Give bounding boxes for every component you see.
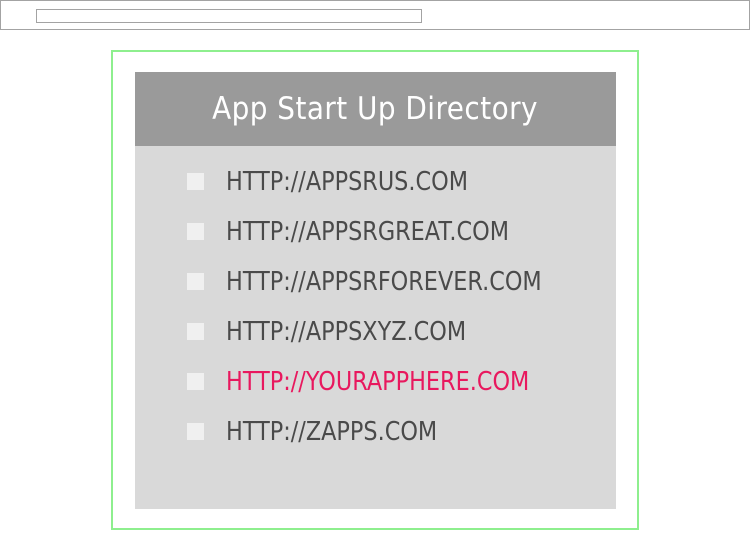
directory-header: App Start Up Directory bbox=[135, 72, 616, 146]
list-item: HTTP://ZAPPS.COM bbox=[135, 417, 616, 482]
directory-link[interactable]: HTTP://APPSRUS.COM bbox=[226, 163, 468, 201]
square-bullet-icon bbox=[187, 423, 204, 440]
content-frame: App Start Up Directory HTTP://APPSRUS.CO… bbox=[111, 50, 639, 530]
square-bullet-icon bbox=[187, 173, 204, 190]
square-bullet-icon bbox=[187, 223, 204, 240]
directory-link[interactable]: HTTP://ZAPPS.COM bbox=[226, 413, 437, 451]
square-bullet-icon bbox=[187, 373, 204, 390]
square-bullet-icon bbox=[187, 273, 204, 290]
browser-toolbar bbox=[0, 0, 750, 30]
directory-link[interactable]: HTTP://APPSRFOREVER.COM bbox=[226, 263, 542, 301]
directory-title: App Start Up Directory bbox=[212, 91, 539, 127]
directory-link-highlighted[interactable]: HTTP://YOURAPPHERE.COM bbox=[226, 363, 529, 401]
directory-panel: App Start Up Directory HTTP://APPSRUS.CO… bbox=[135, 72, 616, 509]
address-bar-input[interactable] bbox=[36, 9, 422, 23]
page: App Start Up Directory HTTP://APPSRUS.CO… bbox=[0, 0, 750, 550]
square-bullet-icon bbox=[187, 323, 204, 340]
directory-link-list: HTTP://APPSRUS.COM HTTP://APPSRGREAT.COM… bbox=[135, 167, 616, 482]
directory-link[interactable]: HTTP://APPSRGREAT.COM bbox=[226, 213, 509, 251]
directory-link[interactable]: HTTP://APPSXYZ.COM bbox=[226, 313, 466, 351]
